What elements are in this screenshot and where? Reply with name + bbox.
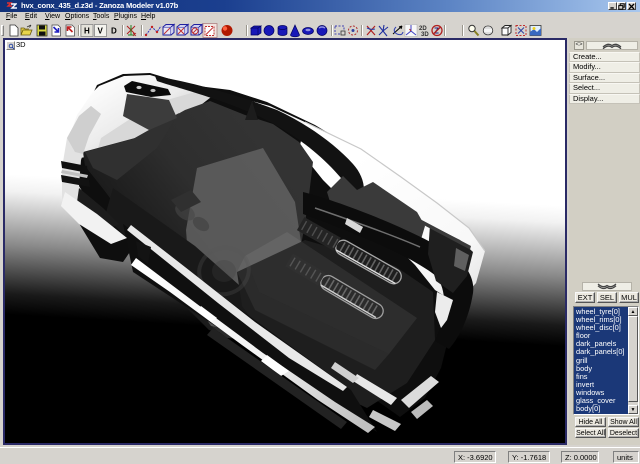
svg-text:D: D xyxy=(111,27,117,36)
svg-text:V: V xyxy=(98,27,104,36)
svg-text:H: H xyxy=(84,27,90,36)
